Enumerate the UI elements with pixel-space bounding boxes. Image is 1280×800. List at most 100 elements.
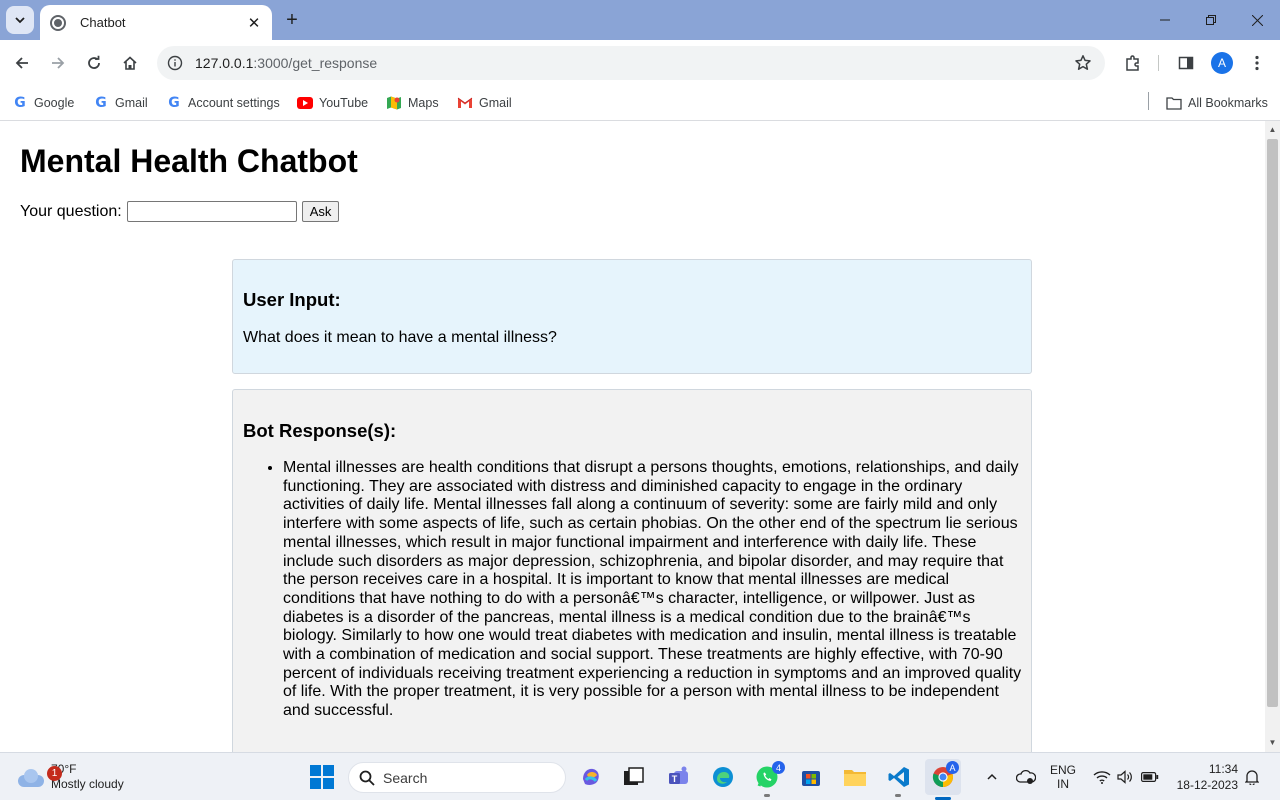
menu-button[interactable]	[1243, 49, 1271, 77]
bookmark-youtube[interactable]: YouTube	[297, 92, 368, 114]
bookmark-maps[interactable]: Maps	[386, 92, 439, 114]
bookmark-google[interactable]: G Google	[12, 92, 74, 114]
start-button[interactable]	[310, 765, 334, 789]
tab-title: Chatbot	[80, 15, 126, 30]
google-icon: G	[168, 95, 180, 111]
running-indicator	[895, 794, 901, 797]
bookmarks-bar: G Google G Gmail G Account settings YouT…	[0, 86, 1280, 121]
scrollbar-thumb[interactable]	[1267, 139, 1278, 707]
scroll-down-arrow-icon[interactable]: ▼	[1268, 738, 1277, 747]
weather-badge: 1	[47, 766, 62, 781]
globe-icon	[50, 14, 66, 31]
question-input[interactable]	[126, 201, 297, 222]
weather-desc: Mostly cloudy	[51, 777, 124, 791]
teams-app[interactable]: T	[665, 763, 693, 791]
page-title: Mental Health Chatbot	[20, 143, 358, 179]
bell-icon	[1245, 770, 1259, 785]
wifi-icon	[1093, 771, 1111, 784]
language-indicator[interactable]: ENG IN	[1050, 753, 1076, 800]
reload-button[interactable]	[80, 49, 108, 77]
clock-time: 11:34	[1208, 762, 1238, 776]
search-icon	[359, 770, 375, 786]
question-form: Your question: Ask	[20, 201, 340, 222]
bookmark-star-icon[interactable]	[1073, 53, 1093, 73]
cloud-sync-icon	[1016, 769, 1036, 784]
windows-taskbar: 1 70°F Mostly cloudy Search T 4 A ENG IN…	[0, 752, 1280, 800]
all-bookmarks-button[interactable]: All Bookmarks	[1166, 92, 1268, 114]
file-explorer-app[interactable]	[841, 763, 869, 791]
vscode-app[interactable]	[885, 763, 913, 791]
profile-avatar[interactable]: A	[1211, 52, 1233, 74]
extensions-button[interactable]	[1119, 49, 1147, 77]
weather-widget[interactable]: 1 70°F Mostly cloudy	[16, 759, 124, 795]
task-view-app[interactable]	[620, 763, 648, 791]
home-button[interactable]	[116, 49, 144, 77]
url-path: :3000/get_response	[253, 55, 378, 71]
search-label: Search	[383, 769, 428, 786]
address-bar[interactable]: 127.0.0.1:3000/get_response	[157, 46, 1105, 80]
bookmarks-divider	[1148, 92, 1149, 110]
bookmark-label: Maps	[408, 96, 439, 110]
bot-response-card: Bot Response(s): Mental illnesses are he…	[232, 389, 1032, 752]
toolbar-divider	[1158, 55, 1159, 71]
bookmark-label: Gmail	[479, 96, 512, 110]
show-hidden-icons[interactable]	[986, 753, 998, 800]
arrow-left-icon	[15, 57, 28, 69]
forward-button[interactable]	[44, 49, 72, 77]
bookmark-gmail[interactable]: G Gmail	[93, 92, 148, 114]
side-panel-button[interactable]	[1172, 49, 1200, 77]
close-window-button[interactable]	[1234, 0, 1280, 40]
notifications-button[interactable]	[1245, 753, 1259, 800]
taskbar-search[interactable]: Search	[348, 762, 566, 793]
bookmark-label: YouTube	[319, 96, 369, 110]
bot-response-list: Mental illnesses are health conditions t…	[283, 459, 1023, 721]
copilot-app[interactable]	[577, 763, 605, 791]
copilot-icon	[583, 768, 599, 785]
side-panel-icon	[1178, 56, 1194, 70]
svg-text:T: T	[672, 774, 678, 784]
scroll-up-arrow-icon[interactable]: ▲	[1268, 125, 1277, 134]
bot-response-item: Mental illnesses are health conditions t…	[283, 459, 1023, 721]
back-button[interactable]	[8, 49, 36, 77]
browser-tab-strip: Chatbot ✕ +	[0, 0, 1280, 40]
bookmark-label: Gmail	[115, 96, 148, 110]
tab-chatbot[interactable]: Chatbot ✕	[40, 5, 272, 40]
edge-app[interactable]	[709, 763, 737, 791]
quick-settings[interactable]	[1093, 753, 1159, 800]
running-indicator	[764, 794, 770, 797]
minimize-button[interactable]	[1142, 0, 1188, 40]
maps-icon	[386, 95, 402, 111]
arrow-right-icon	[52, 57, 65, 69]
user-input-text: What does it mean to have a mental illne…	[243, 329, 557, 346]
tab-search-button[interactable]	[6, 6, 34, 34]
home-icon	[123, 56, 137, 70]
ask-button[interactable]: Ask	[301, 201, 340, 222]
windows-logo-pane	[310, 778, 321, 789]
vscode-icon	[888, 767, 909, 787]
page-scrollbar[interactable]: ▲ ▼	[1265, 121, 1280, 752]
info-icon[interactable]	[165, 53, 185, 73]
puzzle-icon	[1126, 55, 1139, 71]
gmail-icon	[457, 95, 473, 111]
reload-icon	[88, 55, 100, 69]
windows-logo-icon	[310, 765, 321, 776]
restore-button[interactable]	[1188, 0, 1234, 40]
bookmark-account-settings[interactable]: G Account settings	[166, 92, 279, 114]
chrome-profile-badge: A	[946, 761, 959, 774]
clock[interactable]: 11:34 18-12-2023	[1172, 753, 1238, 800]
user-input-card: User Input: What does it mean to have a …	[232, 259, 1032, 374]
chevron-up-icon	[987, 773, 997, 780]
store-app[interactable]	[797, 763, 825, 791]
bookmark-gmail-2[interactable]: Gmail	[457, 92, 512, 114]
question-label: Your question:	[20, 202, 122, 220]
store-icon	[802, 771, 820, 786]
new-tab-button[interactable]: +	[280, 8, 304, 32]
onedrive-tray[interactable]	[1016, 753, 1036, 800]
close-tab-icon[interactable]: ✕	[246, 15, 262, 32]
google-icon: G	[14, 95, 26, 111]
minimize-icon	[1160, 19, 1170, 21]
google-icon: G	[95, 95, 107, 111]
lang-line2: IN	[1057, 777, 1069, 791]
page-viewport: Mental Health Chatbot Your question: Ask…	[0, 121, 1265, 752]
battery-icon	[1141, 772, 1159, 783]
